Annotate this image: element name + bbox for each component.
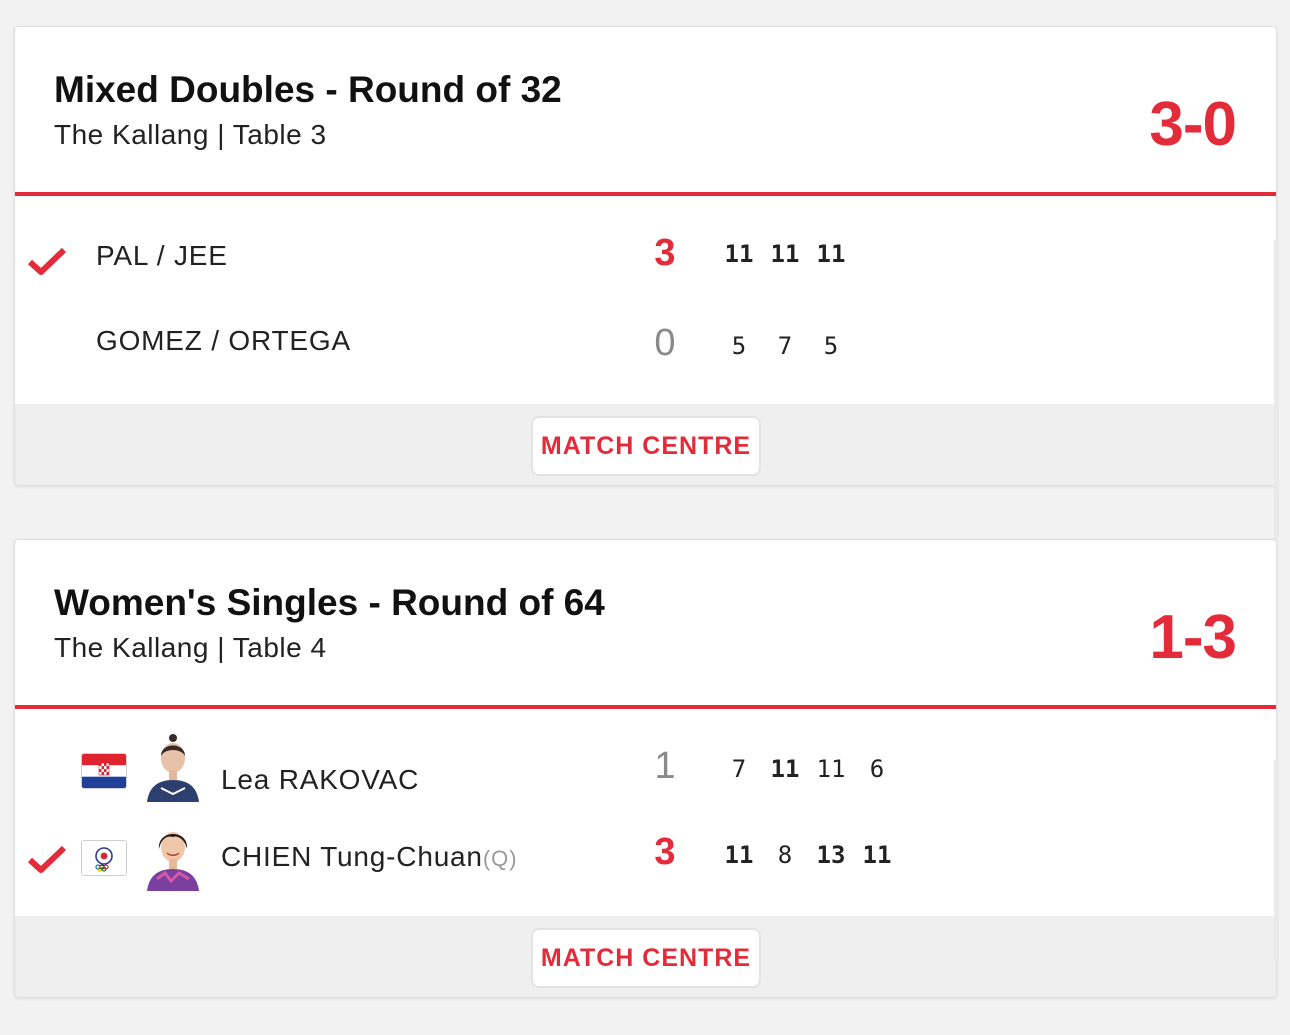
player-row: PAL / JEE 3 11 11 11 [15,206,1276,296]
match-centre-button[interactable]: MATCH CENTRE [531,416,761,476]
match-title: Women's Singles - Round of 64 [54,582,605,623]
scrollbar[interactable] [1274,240,1279,540]
scrollbar[interactable] [1274,760,1279,960]
games-won: 3 [654,232,676,274]
match-card-mixed-doubles: Mixed Doubles - Round of 32 The Kallang … [14,26,1277,486]
player-rows: PAL / JEE 3 11 11 11 GOMEZ / ORTEGA 0 5 … [15,196,1276,402]
game-score: 5 [823,332,839,360]
match-footer: MATCH CENTRE [15,404,1276,485]
game-score: 11 [862,841,892,869]
player-name: PAL / JEE [96,240,228,271]
game-score: 11 [724,240,754,268]
player-row: CHIEN Tung-Chuan(Q) 3 11 8 13 11 [15,805,1276,895]
game-score: 11 [770,755,800,783]
game-score: 7 [777,332,793,360]
match-header: Mixed Doubles - Round of 32 The Kallang … [15,27,1276,196]
match-venue: The Kallang | Table 4 [54,632,327,663]
winner-check-icon [27,844,67,874]
game-score: 11 [770,240,800,268]
player-name: GOMEZ / ORTEGA [96,325,351,356]
match-header: Women's Singles - Round of 64 The Kallan… [15,540,1276,709]
qualifier-badge: (Q) [482,846,518,871]
game-score: 5 [731,332,747,360]
games-won: 0 [654,322,676,364]
games-won: 1 [654,745,676,787]
game-score: 8 [777,841,793,869]
player-name-text: CHIEN Tung-Chuan [221,841,483,872]
player-row: Lea RAKOVAC 1 7 11 11 6 [15,719,1276,809]
game-score: 13 [816,841,846,869]
player-rows: Lea RAKOVAC 1 7 11 11 6 CHIEN Tung-Chuan… [15,709,1276,915]
games-won: 3 [654,831,676,873]
match-footer: MATCH CENTRE [15,916,1276,997]
match-venue: The Kallang | Table 3 [54,119,327,150]
game-score: 11 [816,755,846,783]
winner-check-icon [27,246,67,276]
player-avatar [143,732,203,802]
croatia-flag-icon [81,753,127,789]
match-centre-button[interactable]: MATCH CENTRE [531,928,761,988]
chinese-taipei-flag-icon [81,840,127,876]
game-score: 7 [731,755,747,783]
game-score: 6 [869,755,885,783]
match-score: 1-3 [1149,603,1237,672]
match-score: 3-0 [1149,90,1237,159]
player-row: GOMEZ / ORTEGA 0 5 7 5 [15,292,1276,382]
player-avatar [143,821,203,891]
match-title: Mixed Doubles - Round of 32 [54,69,562,110]
player-name: CHIEN Tung-Chuan(Q) [221,841,518,873]
match-card-womens-singles: Women's Singles - Round of 64 The Kallan… [14,539,1277,998]
player-name: Lea RAKOVAC [221,764,420,795]
game-score: 11 [816,240,846,268]
game-score: 11 [724,841,754,869]
